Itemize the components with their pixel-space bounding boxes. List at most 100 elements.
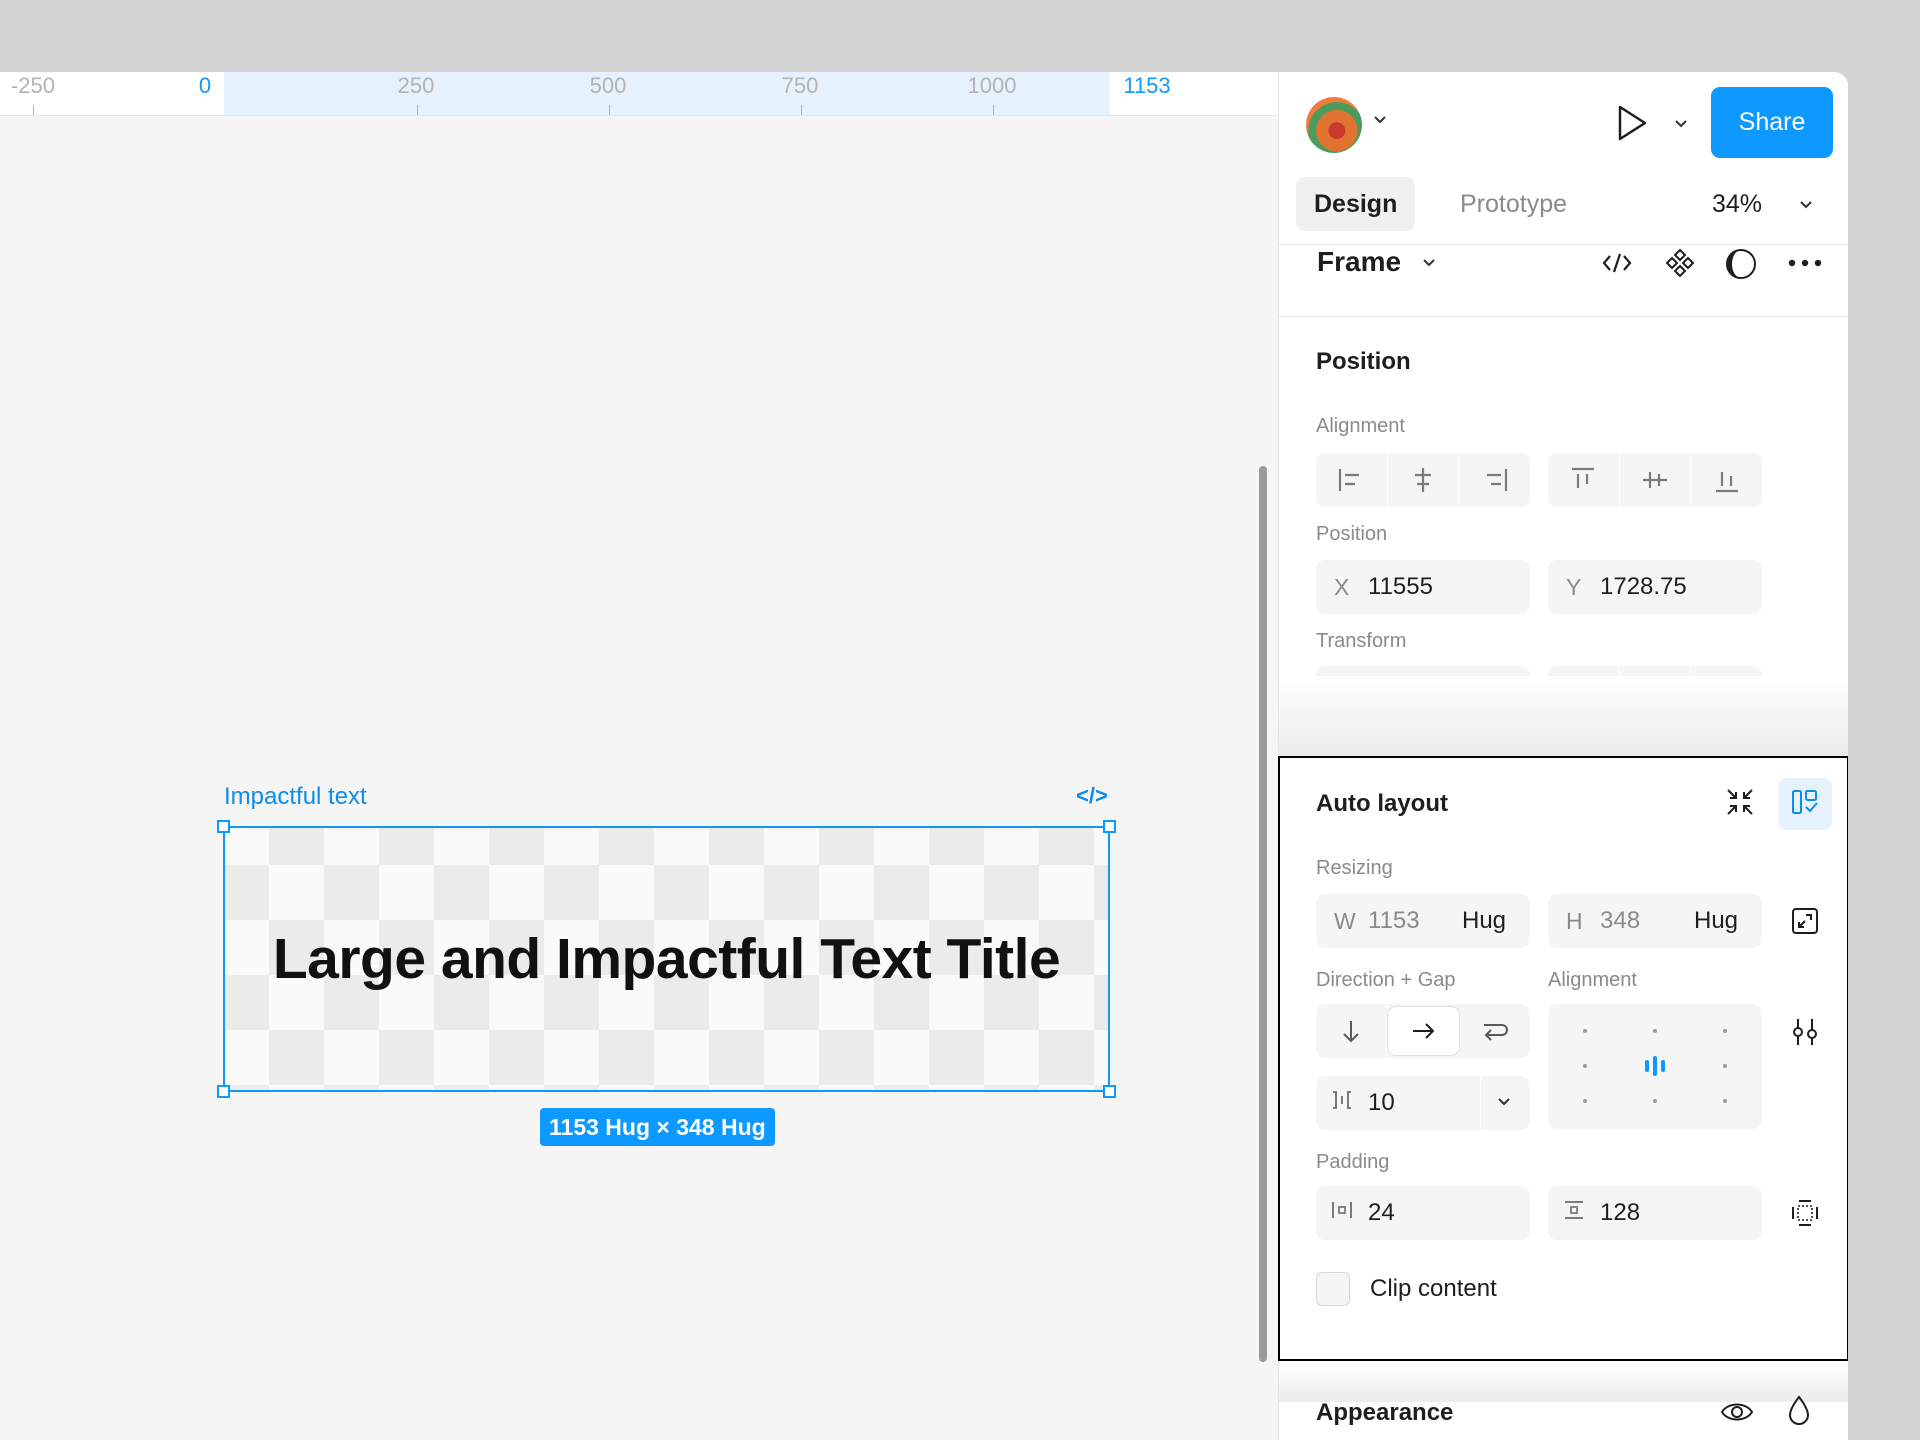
ruler-tick-label: 750 [781,73,819,98]
align-bottom-icon[interactable] [1691,453,1762,507]
x-prefix: X [1334,573,1350,600]
horizontal-padding-value[interactable]: 24 [1368,1199,1395,1227]
chevron-down-icon[interactable] [1797,195,1815,213]
component-icon[interactable] [1664,247,1696,279]
align-horizontal-center-icon[interactable] [1388,453,1460,507]
direction-group [1316,1004,1530,1058]
h-prefix: H [1566,907,1583,934]
selected-frame[interactable]: Large and Impactful Text Title [223,826,1110,1092]
play-icon[interactable] [1615,104,1649,142]
mask-icon[interactable] [1724,247,1758,281]
collapse-icon[interactable] [1723,785,1757,819]
padding-label: Padding [1316,1151,1390,1173]
tab-design[interactable]: Design [1296,177,1416,231]
chevron-down-icon[interactable] [1672,114,1690,132]
vertical-padding-field[interactable]: 128 [1548,1186,1762,1240]
alignment-grid[interactable] [1548,1004,1762,1129]
layout-guide-toggle[interactable] [1778,778,1832,830]
code-icon[interactable] [1601,248,1633,278]
frame-type-label: Frame [1317,246,1402,277]
tab-prototype[interactable]: Prototype [1442,177,1585,231]
vertical-padding-icon [1562,1199,1600,1227]
chevron-down-icon[interactable] [1420,253,1438,271]
w-prefix: W [1334,907,1356,934]
share-button[interactable]: Share [1711,87,1833,158]
clip-content-checkbox[interactable] [1316,1272,1350,1306]
properties-panel: Share Design Prototype 34% Frame Positio… [1278,72,1848,1440]
avatar[interactable] [1306,97,1362,153]
canvas-scrollbar[interactable] [1259,466,1267,1362]
resize-to-fit-icon[interactable] [1790,906,1820,936]
size-badge: 1153 Hug × 348 Hug [540,1108,775,1146]
zoom-level[interactable]: 34% [1712,177,1762,231]
w-mode[interactable]: Hug [1462,907,1506,935]
scroll-fade [1279,1362,1848,1402]
auto-layout-section: Auto layout Resizing W 1153 Hug H 348 Hu… [1278,756,1848,1361]
width-field[interactable]: W 1153 Hug [1316,894,1530,948]
gap-dropdown[interactable] [1480,1076,1513,1130]
gap-value[interactable]: 10 [1368,1089,1480,1117]
eye-icon[interactable] [1719,1397,1755,1427]
individual-padding-icon[interactable] [1790,1198,1820,1228]
ruler-tick [801,105,802,115]
direction-horizontal-icon[interactable] [1387,1006,1460,1056]
ruler-tick [417,105,418,115]
ruler-tick-label: 1000 [967,73,1017,98]
align-left-icon[interactable] [1316,453,1388,507]
horizontal-alignment-group [1316,453,1530,507]
drop-icon[interactable] [1785,1394,1813,1428]
direction-wrap-icon[interactable] [1460,1004,1530,1058]
frame-type-dropdown[interactable]: Frame [1317,246,1401,278]
direction-gap-label: Direction + Gap [1316,969,1456,991]
canvas[interactable] [0,116,1278,1440]
frame-name-label[interactable]: Impactful text [224,783,367,811]
y-position-field[interactable]: Y 1728.75 [1548,560,1762,614]
w-value[interactable]: 1153 [1368,907,1462,935]
gap-icon [1330,1089,1368,1117]
advanced-settings-icon[interactable] [1790,1016,1820,1048]
horizontal-padding-icon [1330,1199,1368,1227]
chevron-down-icon [1495,1089,1513,1117]
layout-guide-icon [1789,786,1821,823]
ruler-tick-label: -250 [10,73,56,98]
h-mode[interactable]: Hug [1694,907,1738,935]
appearance-title: Appearance [1316,1399,1454,1426]
y-value[interactable]: 1728.75 [1600,573,1687,601]
align-vertical-center-icon[interactable] [1620,453,1692,507]
horizontal-padding-field[interactable]: 24 [1316,1186,1530,1240]
ruler-tick [33,105,34,115]
al-alignment-label: Alignment [1548,969,1637,991]
frame-title-text[interactable]: Large and Impactful Text Title [273,926,1061,992]
app-window: -250 0 250 500 750 1000 1153 Impactful t… [0,72,1848,1440]
resize-handle-bottom-right[interactable] [1103,1085,1116,1098]
more-icon[interactable] [1787,256,1823,270]
alignment-center-icon [1642,1054,1668,1083]
y-prefix: Y [1566,573,1582,600]
transform-label: Transform [1316,630,1407,652]
clip-content-label[interactable]: Clip content [1370,1275,1497,1303]
auto-layout-title: Auto layout [1316,790,1448,817]
alignment-label: Alignment [1316,415,1405,437]
vertical-padding-value[interactable]: 128 [1600,1199,1640,1227]
code-icon[interactable]: </> [1076,783,1108,809]
resize-handle-top-right[interactable] [1103,820,1116,833]
x-position-field[interactable]: X 11555 [1316,560,1530,614]
h-value[interactable]: 348 [1600,907,1694,935]
align-right-icon[interactable] [1459,453,1530,507]
resize-handle-bottom-left[interactable] [217,1085,230,1098]
scroll-fade [1279,676,1848,756]
chevron-down-icon[interactable] [1371,110,1389,133]
ruler-tick-label: 500 [589,73,627,98]
align-top-icon[interactable] [1548,453,1620,507]
height-field[interactable]: H 348 Hug [1548,894,1762,948]
gap-field[interactable]: 10 [1316,1076,1530,1130]
vertical-alignment-group [1548,453,1762,507]
x-value[interactable]: 11555 [1368,573,1433,601]
ruler-tick-label: 1153 [1123,73,1171,98]
ruler-tick-label: 250 [397,73,435,98]
position-section-title: Position [1316,348,1411,375]
resize-handle-top-left[interactable] [217,820,230,833]
ruler-tick [609,105,610,115]
direction-vertical-icon[interactable] [1316,1004,1388,1058]
ruler-tick-label: 0 [198,73,212,98]
